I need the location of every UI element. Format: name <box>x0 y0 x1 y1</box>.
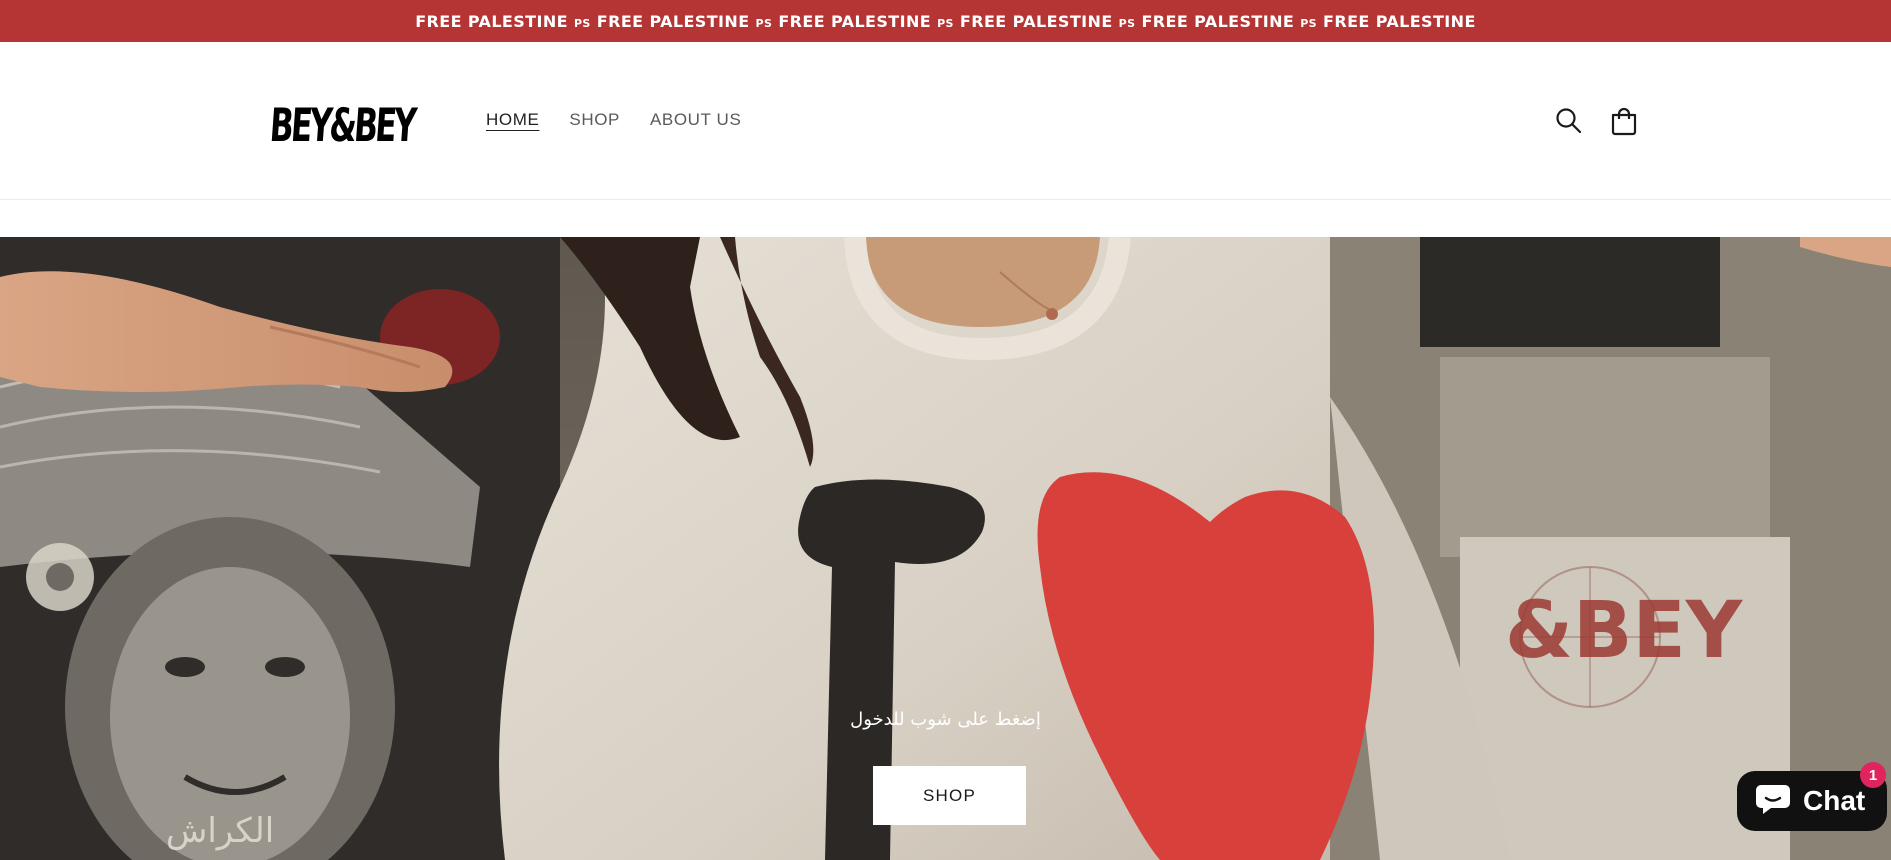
announcement-bar: FREE PALESTINE PS FREE PALESTINE PS FREE… <box>0 0 1891 42</box>
announcement-separator: PS <box>1300 16 1318 30</box>
announcement-separator: PS <box>937 16 954 30</box>
nav-home[interactable]: HOME <box>486 110 539 130</box>
nav-about-us[interactable]: ABOUT US <box>650 110 741 130</box>
poster-caption: الكراش <box>166 811 274 851</box>
hero-banner: &BEY الكراش I إضغط على شوب للدخول SHOP <box>0 237 1891 860</box>
announcement-text: FREE PALESTINE <box>596 11 750 31</box>
hero-subtitle: إضغط على شوب للدخول <box>850 709 1041 730</box>
chat-notification-badge: 1 <box>1860 762 1886 788</box>
announcement-separator: PS <box>1118 16 1136 30</box>
announcement-text: FREE PALESTINE <box>959 11 1113 31</box>
announcement-text: FREE PALESTINE <box>1323 11 1476 31</box>
search-icon[interactable] <box>1553 105 1585 137</box>
nav-shop[interactable]: SHOP <box>569 110 620 130</box>
announcement-text: FREE PALESTINE <box>415 11 568 31</box>
announcement-separator: PS <box>755 16 773 30</box>
announcement-text: FREE PALESTINE <box>778 11 932 31</box>
announcement-text: FREE PALESTINE <box>1141 11 1295 31</box>
main-nav: HOME SHOP ABOUT US <box>486 110 741 130</box>
cart-icon[interactable] <box>1608 105 1640 137</box>
poster-brand-text: &BEY <box>1505 586 1744 676</box>
site-header: BEY&BEY HOME SHOP ABOUT US <box>0 42 1891 200</box>
shop-button[interactable]: SHOP <box>873 766 1026 825</box>
logo[interactable]: BEY&BEY <box>268 94 416 156</box>
announcement-separator: PS <box>573 16 591 30</box>
chat-label: Chat <box>1803 785 1866 816</box>
chat-bubble-icon <box>1755 781 1793 822</box>
